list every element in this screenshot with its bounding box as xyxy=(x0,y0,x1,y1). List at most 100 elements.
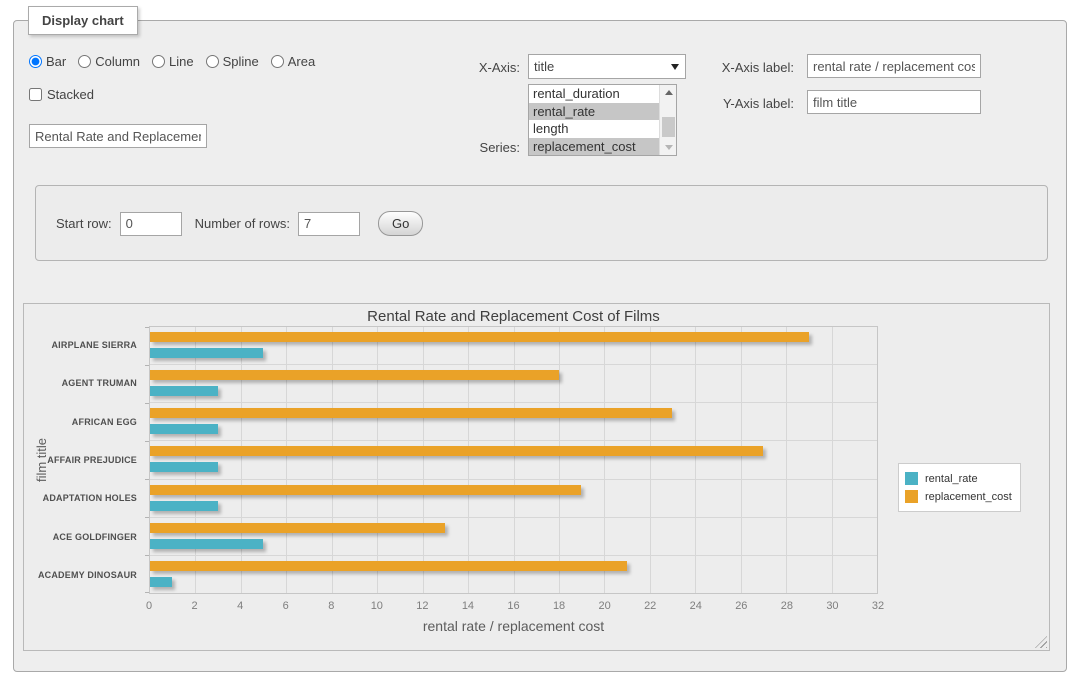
fieldset-legend-text: Display chart xyxy=(42,13,124,28)
legend-label: rental_rate xyxy=(925,473,978,485)
y-tick-mark xyxy=(145,403,149,404)
y-tick-mark xyxy=(145,517,149,518)
y-axis-label-caption: Y-Axis label: xyxy=(686,96,794,111)
bar-replacement_cost xyxy=(150,446,763,456)
chart-container: Rental Rate and Replacement Cost of Film… xyxy=(23,303,1050,651)
x-axis-label: X-Axis: xyxy=(420,60,520,75)
bar-rental_rate xyxy=(150,501,218,511)
series-option-replacement_cost[interactable]: replacement_cost xyxy=(529,138,659,156)
x-tick-label: 26 xyxy=(735,600,747,612)
x-tick-label: 0 xyxy=(146,600,152,612)
chart-type-option-column[interactable]: Column xyxy=(78,54,140,69)
bar-group-ace-goldfinger xyxy=(150,518,877,556)
x-tick-label: 18 xyxy=(553,600,565,612)
stacked-option[interactable]: Stacked xyxy=(29,87,94,102)
listbox-scrollbar[interactable] xyxy=(659,85,676,155)
legend-label: replacement_cost xyxy=(925,491,1012,503)
x-tick-label: 30 xyxy=(826,600,838,612)
y-tick-mark xyxy=(145,327,149,328)
x-tick-label: 8 xyxy=(328,600,334,612)
bar-group-adaptation-holes xyxy=(150,480,877,518)
series-option-length[interactable]: length xyxy=(529,120,659,138)
chart-title-input[interactable] xyxy=(29,124,207,148)
bar-rental_rate xyxy=(150,386,218,396)
x-tick-label: 22 xyxy=(644,600,656,612)
series-option-rental_rate[interactable]: rental_rate xyxy=(529,103,659,121)
plot-area xyxy=(149,326,878,594)
x-tick-label: 6 xyxy=(283,600,289,612)
chart-type-option-spline[interactable]: Spline xyxy=(206,54,259,69)
bar-rental_rate xyxy=(150,577,172,587)
x-axis-select[interactable]: title xyxy=(528,54,686,79)
chart-type-radio-spline[interactable] xyxy=(206,55,219,68)
legend-swatch-icon xyxy=(905,472,918,485)
chart-type-group: Bar Column Line Spline Area xyxy=(29,54,315,69)
x-tick-label: 16 xyxy=(507,600,519,612)
bar-group-airplane-sierra xyxy=(150,327,877,365)
chart-type-option-line[interactable]: Line xyxy=(152,54,194,69)
series-listbox[interactable]: rental_durationrental_ratelengthreplacem… xyxy=(528,84,677,156)
x-axis-select-wrap: title xyxy=(528,54,686,79)
series-label: Series: xyxy=(420,140,520,155)
chart-title: Rental Rate and Replacement Cost of Film… xyxy=(149,308,878,325)
bar-group-affair-prejudice xyxy=(150,441,877,479)
y-tick-mark xyxy=(145,441,149,442)
chart-type-option-bar[interactable]: Bar xyxy=(29,54,66,69)
x-tick-label: 4 xyxy=(237,600,243,612)
chart-type-radio-area[interactable] xyxy=(271,55,284,68)
series-options: rental_durationrental_ratelengthreplacem… xyxy=(529,85,659,155)
number-of-rows-label: Number of rows: xyxy=(195,216,290,231)
x-axis-title: rental rate / replacement cost xyxy=(149,618,878,634)
row-range-fieldset: Start row: Number of rows: Go xyxy=(35,185,1048,261)
chart-type-radio-bar[interactable] xyxy=(29,55,42,68)
legend-entry-rental_rate: rental_rate xyxy=(905,470,1012,487)
y-tick-mark xyxy=(145,555,149,556)
series-option-rental_duration[interactable]: rental_duration xyxy=(529,85,659,103)
bar-replacement_cost xyxy=(150,332,809,342)
scroll-down-icon[interactable] xyxy=(660,140,677,155)
chart-legend: rental_rate replacement_cost xyxy=(898,463,1021,512)
x-tick-label: 32 xyxy=(872,600,884,612)
bar-rental_rate xyxy=(150,424,218,434)
page: Display chart Bar Column Line Spline Area St… xyxy=(0,0,1081,681)
chart-type-text: Spline xyxy=(223,54,259,69)
chart-type-text: Area xyxy=(288,54,315,69)
bar-replacement_cost xyxy=(150,523,445,533)
scrollbar-thumb[interactable] xyxy=(662,117,675,137)
bar-rental_rate xyxy=(150,462,218,472)
x-tick-label: 24 xyxy=(690,600,702,612)
bar-group-agent-truman xyxy=(150,365,877,403)
bar-replacement_cost xyxy=(150,408,672,418)
stacked-checkbox[interactable] xyxy=(29,88,42,101)
chart-type-text: Column xyxy=(95,54,140,69)
y-tick-mark xyxy=(145,479,149,480)
number-of-rows-input[interactable] xyxy=(298,212,360,236)
x-tick-label: 2 xyxy=(192,600,198,612)
y-axis-label-input[interactable] xyxy=(807,90,981,114)
chart-type-text: Line xyxy=(169,54,194,69)
y-tick-mark xyxy=(145,592,149,593)
go-button[interactable]: Go xyxy=(378,211,423,236)
y-axis-title: film title xyxy=(34,326,50,594)
chart-type-option-area[interactable]: Area xyxy=(271,54,315,69)
bar-group-academy-dinosaur xyxy=(150,556,877,593)
legend-entry-replacement_cost: replacement_cost xyxy=(905,488,1012,505)
x-tick-label: 10 xyxy=(371,600,383,612)
bar-group-african-egg xyxy=(150,403,877,441)
bar-replacement_cost xyxy=(150,561,627,571)
scroll-up-icon[interactable] xyxy=(660,85,677,100)
stacked-label: Stacked xyxy=(47,87,94,102)
legend-swatch-icon xyxy=(905,490,918,503)
x-axis-label-caption: X-Axis label: xyxy=(686,60,794,75)
x-tick-label: 28 xyxy=(781,600,793,612)
bar-rental_rate xyxy=(150,539,263,549)
x-tick-label: 12 xyxy=(416,600,428,612)
chart-type-radio-column[interactable] xyxy=(78,55,91,68)
y-tick-mark xyxy=(145,365,149,366)
resize-handle-icon[interactable] xyxy=(1035,636,1047,648)
chart-type-radio-line[interactable] xyxy=(152,55,165,68)
x-tick-label: 14 xyxy=(462,600,474,612)
x-axis-label-input[interactable] xyxy=(807,54,981,78)
start-row-label: Start row: xyxy=(56,216,112,231)
start-row-input[interactable] xyxy=(120,212,182,236)
